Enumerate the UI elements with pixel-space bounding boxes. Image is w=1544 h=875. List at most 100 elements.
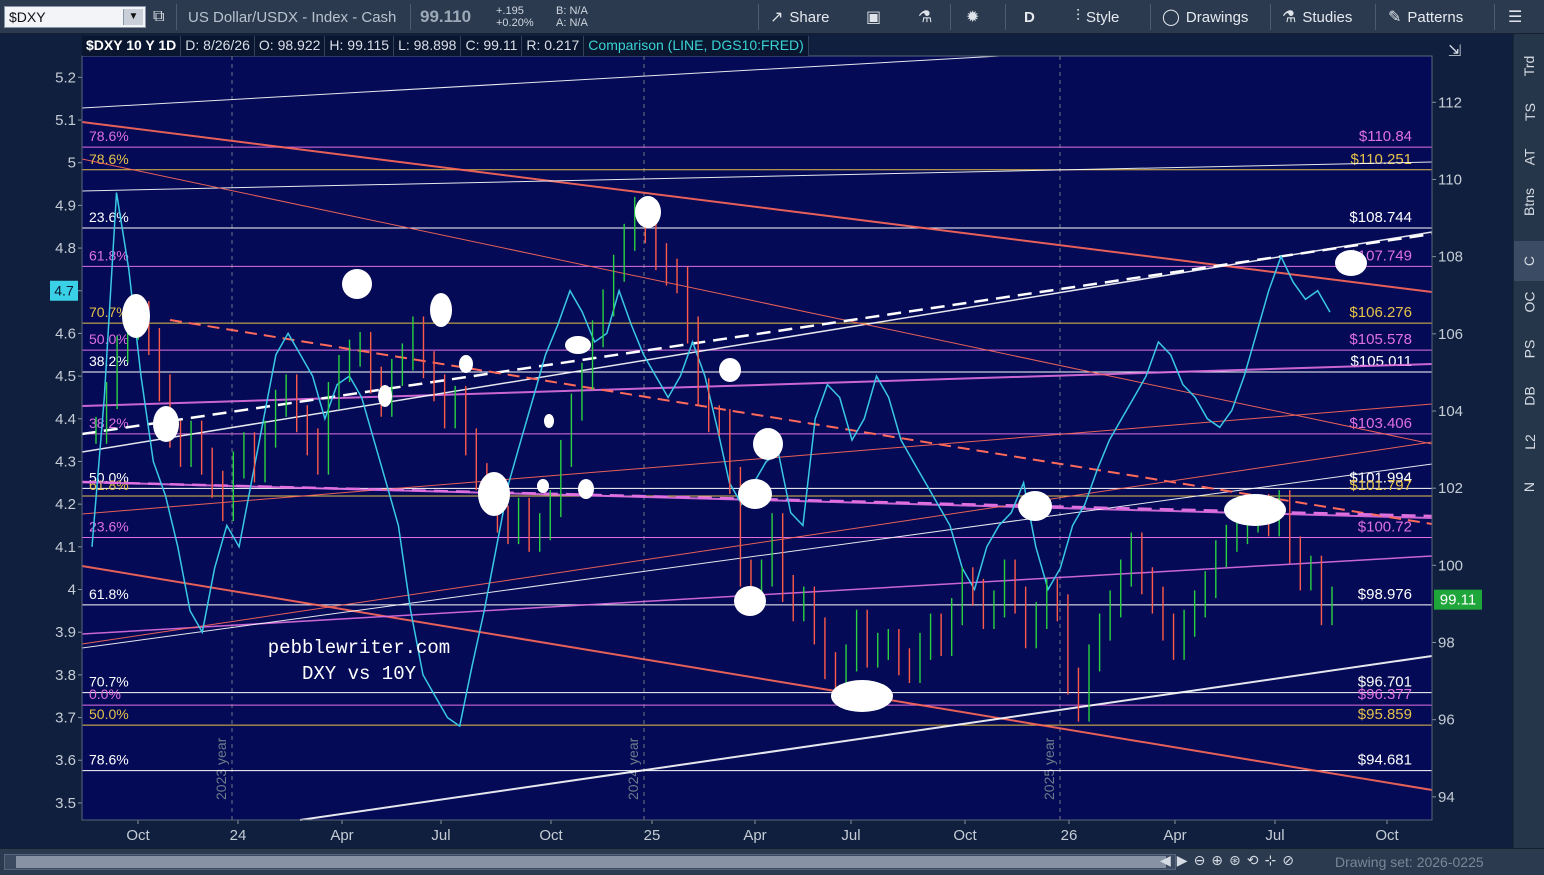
- info-high: H: 99.115: [325, 36, 395, 56]
- flask-button[interactable]: ⚗: [918, 0, 932, 34]
- info-open: O: 98.922: [255, 36, 326, 56]
- fib-level-label: 0.0%: [89, 686, 121, 702]
- link-icon[interactable]: ⧉: [153, 0, 164, 34]
- right-axis-tick-label: 110: [1438, 171, 1462, 188]
- current-yield-label: 4.7: [54, 283, 74, 299]
- fib-level-label: 61.8%: [89, 477, 129, 493]
- fib-level-label: 38.2%: [89, 415, 129, 431]
- x-axis-tick-label: Oct: [126, 827, 150, 844]
- style-button[interactable]: ⫶ Style: [1076, 0, 1119, 34]
- bid: B: N/A: [556, 4, 588, 17]
- fib-level-label: 23.6%: [89, 209, 129, 225]
- side-tab-l2[interactable]: L2: [1514, 422, 1544, 462]
- share-label: Share: [789, 8, 830, 26]
- flask-icon: ⚗: [1282, 9, 1297, 26]
- price-level-label: $98.976: [1358, 586, 1412, 603]
- horizontal-scrollbar[interactable]: [4, 854, 1176, 870]
- highlight-ellipse: [459, 355, 473, 373]
- change-block: +.195 +0.20%: [496, 0, 534, 34]
- year-marker-label: 2025 year: [1041, 737, 1057, 800]
- side-tab-ts[interactable]: TS: [1514, 92, 1544, 132]
- style-label: Style: [1086, 8, 1120, 26]
- zoom-out-icon[interactable]: ⊖: [1194, 852, 1206, 869]
- watermark-line-1: pebblewriter.com: [268, 637, 450, 659]
- pencil-icon: ✎: [1388, 9, 1402, 26]
- left-axis-tick-label: 4.9: [55, 197, 76, 214]
- chart-area[interactable]: 5.2 5.1 5 4.9 4.8 4.7 4.6 4.5 4.4 4.3 4.2 4.1 4 3.9 3.…: [0, 34, 1544, 848]
- info-low: L: 98.898: [394, 36, 462, 56]
- fib-level-label: 61.8%: [89, 586, 129, 602]
- bottom-bar: ◀ ▶ ⊖ ⊕ ⊛ ⟲ ⊹ ⊘ Drawing set: 2026-0225: [0, 848, 1544, 875]
- price-level-label: $94.681: [1358, 752, 1412, 769]
- left-axis-tick-label: 3.5: [55, 795, 76, 812]
- highlight-ellipse: [1224, 494, 1286, 526]
- flask-icon: ⚗: [918, 9, 933, 26]
- side-tab-label: PS: [1521, 339, 1538, 359]
- x-axis-tick-label: Jul: [841, 827, 860, 844]
- left-axis-tick-label: 3.6: [55, 752, 76, 769]
- price-level-label: $96.377: [1358, 686, 1412, 703]
- highlight-ellipse: [478, 472, 510, 516]
- symbol-input[interactable]: $DXY ▼: [4, 6, 146, 28]
- watermark-line-2: DXY vs 10Y: [302, 663, 417, 685]
- settings-button[interactable]: ✹: [966, 0, 979, 34]
- share-icon: ↗: [770, 9, 784, 26]
- highlight-ellipse: [153, 406, 179, 442]
- chart-app: $DXY ▼ ⧉ US Dollar/USDX - Index - Cash 9…: [0, 0, 1544, 875]
- right-axis-tick-label: 96: [1438, 712, 1455, 729]
- side-tab-btns[interactable]: Btns: [1514, 182, 1544, 222]
- scrollbar-thumb[interactable]: [16, 856, 1166, 868]
- right-axis-tick-label: 100: [1438, 557, 1463, 574]
- link-icon[interactable]: ⊘: [1282, 852, 1294, 869]
- period-button[interactable]: D: [1024, 0, 1035, 34]
- left-axis-tick-label: 3.9: [55, 624, 76, 641]
- year-marker-label: 2024 year: [625, 737, 641, 800]
- side-tab-label: TS: [1521, 103, 1538, 121]
- price-level-label: $110.251: [1351, 151, 1412, 168]
- zoom-fit-icon[interactable]: ⊛: [1229, 852, 1241, 869]
- scroll-right-icon[interactable]: ▶: [1177, 852, 1188, 869]
- highlight-ellipse: [734, 586, 766, 616]
- reset-icon[interactable]: ⟲: [1247, 852, 1259, 869]
- share-button[interactable]: ↗ Share: [770, 0, 829, 34]
- candlestick-icon: ⫶: [1076, 8, 1081, 25]
- patterns-button[interactable]: ✎ Patterns: [1388, 0, 1463, 34]
- x-axis-tick-label: 25: [644, 827, 661, 844]
- side-tab-db[interactable]: DB: [1514, 376, 1544, 416]
- price-level-label: $103.406: [1349, 415, 1412, 432]
- studies-button[interactable]: ⚗ Studies: [1282, 0, 1352, 34]
- highlight-ellipse: [635, 196, 661, 228]
- side-tab-trd[interactable]: Trd: [1514, 46, 1544, 86]
- x-axis-tick-label: Jul: [1265, 827, 1284, 844]
- highlight-ellipse: [122, 294, 150, 338]
- fib-level-label: 23.6%: [89, 519, 129, 535]
- x-axis-tick-label: Jul: [431, 827, 450, 844]
- year-marker-label: 2023 year: [213, 737, 229, 800]
- zoom-in-icon[interactable]: ⊕: [1211, 852, 1223, 869]
- side-tab-c[interactable]: C: [1514, 241, 1544, 281]
- side-tab-at[interactable]: AT: [1514, 137, 1544, 177]
- price-level-label: $108.744: [1349, 209, 1412, 226]
- left-axis-tick-label: 4.6: [55, 325, 76, 342]
- highlight-ellipse: [719, 358, 741, 382]
- gear-icon: ✹: [966, 9, 980, 26]
- chevron-down-icon[interactable]: ▼: [123, 9, 143, 25]
- drawings-button[interactable]: ◯ Drawings: [1162, 0, 1248, 34]
- side-tab-oc[interactable]: OC: [1514, 282, 1544, 322]
- side-tabs: Trd TS AT Btns C OC PS DB L2 N: [1513, 34, 1544, 848]
- menu-button[interactable]: ☰: [1508, 0, 1522, 34]
- highlight-ellipse: [831, 680, 893, 712]
- side-tab-n[interactable]: N: [1514, 467, 1544, 507]
- scroll-left-icon[interactable]: ◀: [1160, 852, 1171, 869]
- chart-title: $DXY 10 Y 1D: [82, 36, 182, 56]
- chart-svg[interactable]: 5.2 5.1 5 4.9 4.8 4.7 4.6 4.5 4.4 4.3 4.2 4.1 4 3.9 3.…: [0, 34, 1513, 848]
- symbol-text: $DXY: [9, 9, 46, 25]
- x-axis-tick-label: Oct: [539, 827, 563, 844]
- side-tab-label: L2: [1521, 434, 1538, 450]
- side-tab-ps[interactable]: PS: [1514, 329, 1544, 369]
- right-axis-tick-label: 112: [1438, 94, 1462, 111]
- crosshair-icon[interactable]: ⊹: [1265, 852, 1277, 869]
- right-axis-tick-label: 108: [1438, 249, 1463, 266]
- highlight-ellipse: [565, 336, 591, 354]
- snapshot-button[interactable]: ▣: [866, 0, 881, 34]
